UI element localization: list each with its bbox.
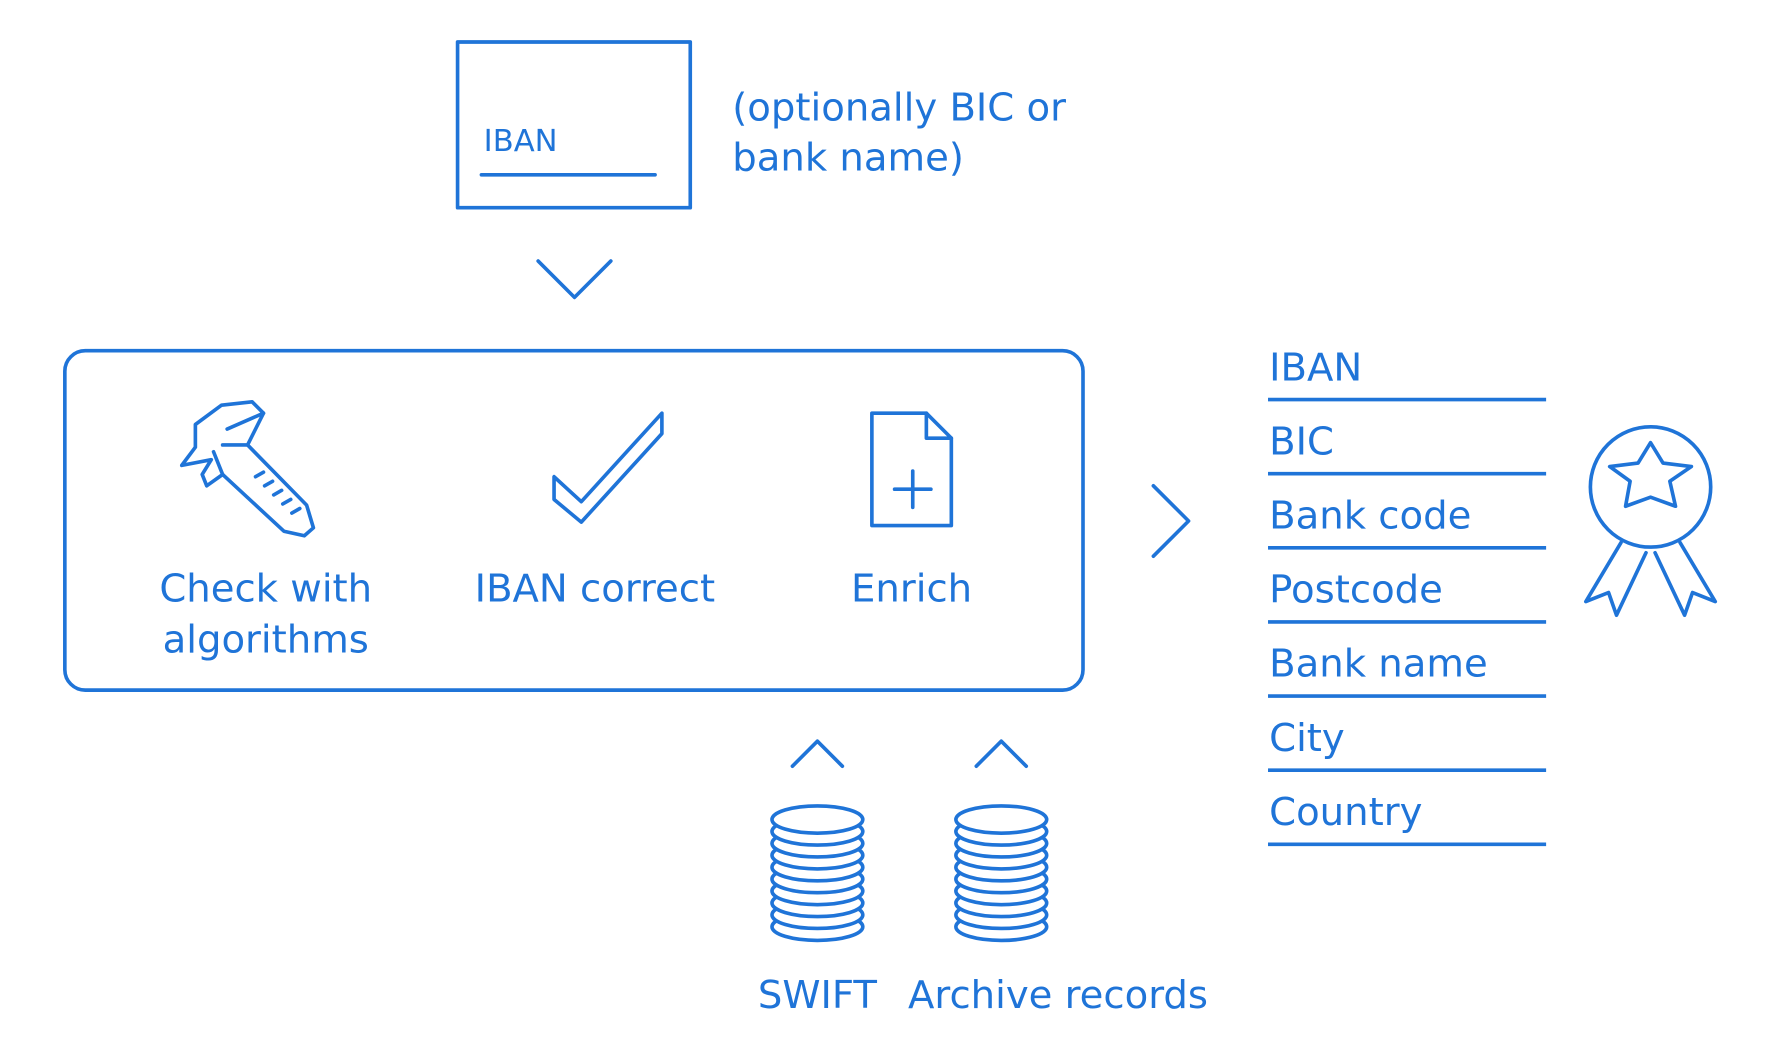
output-field-label: IBAN xyxy=(1269,345,1362,390)
chevron-down-icon xyxy=(536,259,613,300)
step-enrich-label: Enrich xyxy=(851,567,972,612)
database-icon xyxy=(954,804,1049,943)
caliper-icon xyxy=(179,400,316,538)
source-archive-label: Archive records xyxy=(908,973,1208,1018)
checkmark-icon xyxy=(552,411,664,524)
step-check-label-line1: Check with xyxy=(159,567,372,612)
award-ribbon-icon xyxy=(1584,424,1718,618)
output-field-label: Postcode xyxy=(1269,568,1443,613)
database-disc xyxy=(770,804,865,835)
step-correct-label: IBAN correct xyxy=(475,567,715,612)
input-note-line2: bank name) xyxy=(732,135,964,180)
iban-input-box: IBAN xyxy=(455,40,693,210)
output-field-label: City xyxy=(1269,716,1345,761)
output-field-label: BIC xyxy=(1269,419,1334,464)
iban-input-label: IBAN xyxy=(484,124,558,159)
document-plus-icon xyxy=(870,411,954,528)
output-field-list: IBAN BIC Bank code Postcode Bank name City Cou… xyxy=(1268,345,1547,847)
chevron-up-icon xyxy=(790,739,845,768)
input-note-line1: (optionally BIC or xyxy=(732,85,1066,130)
chevron-up-icon xyxy=(974,739,1029,768)
iban-validation-diagram: IBAN (optionally BIC or bank name) Check… xyxy=(63,40,1718,1018)
database-icon xyxy=(770,804,865,943)
output-field-label: Bank code xyxy=(1269,493,1471,538)
step-check-label-line2: algorithms xyxy=(163,618,369,663)
output-field-label: Bank name xyxy=(1269,642,1488,687)
output-field-label: Country xyxy=(1269,790,1422,835)
chevron-right-icon xyxy=(1151,483,1191,559)
database-disc xyxy=(954,804,1049,835)
source-swift-label: SWIFT xyxy=(758,973,878,1018)
